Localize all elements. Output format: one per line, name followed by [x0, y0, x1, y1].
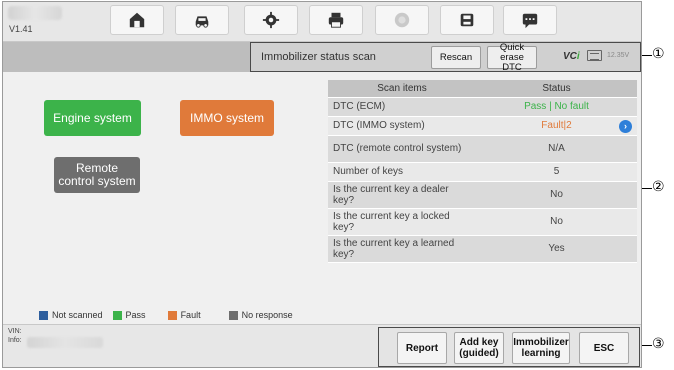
callout-3: ③ [652, 336, 665, 352]
status-legend: Not scanned Pass Fault No response [39, 310, 293, 320]
callout-1-line [642, 55, 652, 56]
vci-status: VCi [563, 51, 580, 62]
rescan-button[interactable]: Rescan [431, 46, 481, 69]
callout-3-line [642, 345, 652, 346]
details-arrow-icon[interactable]: › [619, 119, 632, 133]
help-icon [394, 12, 410, 28]
vci-suffix: i [576, 51, 580, 62]
column-header-status: Status [476, 80, 637, 98]
status-strip: Immobilizer status scan Rescan Quick era… [3, 42, 641, 72]
add-key-label-line2: (guided) [459, 348, 499, 359]
info-value-redacted [27, 337, 103, 348]
message-icon [522, 13, 538, 29]
bottom-toolbar: VIN: Info: Report Add key (guided) Immob… [3, 324, 641, 367]
vci-prefix: VC [563, 51, 577, 62]
voltage-readout: 12.35V [607, 52, 630, 59]
gear-icon [262, 11, 280, 29]
function-buttons: Report Add key (guided) Immobilizer lear… [378, 327, 640, 367]
scan-item: DTC (remote control system) [328, 135, 476, 163]
device-logo [8, 6, 62, 20]
table-row: Number of keys 5 [328, 162, 637, 182]
save-button[interactable] [440, 5, 494, 35]
report-button[interactable]: Report [397, 332, 447, 364]
engine-system-button[interactable]: Engine system [44, 100, 141, 136]
message-button[interactable] [503, 5, 557, 35]
version-label: V1.41 [9, 24, 33, 34]
legend-item-no-response: No response [228, 310, 293, 320]
print-button[interactable] [309, 5, 363, 35]
scan-status: N/A [476, 135, 637, 163]
main-content: Engine system IMMO system Remote control… [3, 72, 641, 324]
save-icon [460, 13, 474, 27]
table-row: Is the current key a dealer key? No [328, 181, 637, 209]
quick-erase-label-line2: DTC [502, 61, 522, 73]
column-header-scan-items: Scan items [328, 80, 476, 98]
legend-swatch [39, 310, 48, 320]
callout-2-line [642, 188, 652, 189]
vehicle-button[interactable] [175, 5, 229, 35]
legend-swatch [112, 310, 122, 320]
callout-1: ① [652, 46, 665, 62]
scan-status: Fault|2 [541, 120, 572, 131]
immo-system-button[interactable]: IMMO system [180, 100, 274, 136]
table-row: DTC (remote control system) N/A [328, 135, 637, 163]
scan-item: Is the current key a learned key? [328, 235, 476, 263]
immobilizer-label-line1: Immobilizer [513, 337, 569, 348]
scan-results-table: Scan items Status DTC (ECM) Pass | No fa… [328, 80, 637, 263]
scan-item: DTC (IMMO system) [328, 116, 476, 136]
legend-label: No response [241, 310, 293, 320]
home-button[interactable] [110, 5, 164, 35]
table-row: DTC (ECM) Pass | No fault [328, 97, 637, 117]
battery-icon [587, 50, 602, 61]
quick-erase-label-line1: Quick erase [499, 41, 525, 63]
legend-item-not-scanned: Not scanned [39, 310, 103, 320]
legend-swatch [167, 310, 177, 320]
scan-status: No [476, 181, 637, 209]
scan-item: Is the current key a locked key? [328, 208, 476, 236]
vehicle-icon [195, 16, 209, 28]
immobilizer-label-line2: learning [521, 348, 561, 359]
remote-label-line2: control system [58, 174, 136, 188]
legend-label: Pass [125, 310, 146, 320]
scan-item: Is the current key a dealer key? [328, 181, 476, 209]
legend-swatch [228, 310, 238, 320]
table-row[interactable]: DTC (IMMO system) Fault|2 › [328, 116, 637, 136]
help-button[interactable] [375, 5, 429, 35]
immobilizer-learning-button[interactable]: Immobilizer learning [512, 332, 570, 364]
info-label: Info: [8, 337, 22, 344]
function-header: Immobilizer status scan Rescan Quick era… [250, 42, 641, 72]
home-icon [129, 12, 145, 28]
scan-status: Yes [476, 235, 637, 263]
vin-label: VIN: [8, 328, 22, 335]
legend-label: Fault [180, 310, 201, 320]
scan-status: 5 [476, 162, 637, 182]
printer-icon [328, 12, 344, 28]
add-key-label-line1: Add key [459, 337, 499, 348]
callout-2: ② [652, 179, 665, 195]
legend-item-pass: Pass [112, 310, 146, 320]
legend-item-fault: Fault [167, 310, 201, 320]
scan-status-cell: Fault|2 › [476, 116, 637, 136]
scan-item: DTC (ECM) [328, 97, 476, 117]
function-title: Immobilizer status scan [261, 51, 376, 63]
add-key-guided-button[interactable]: Add key (guided) [454, 332, 504, 364]
quick-erase-dtc-button[interactable]: Quick erase DTC [487, 41, 537, 72]
settings-button[interactable] [244, 5, 298, 35]
scan-status: Pass | No fault [476, 97, 637, 117]
esc-button[interactable]: ESC [579, 332, 629, 364]
table-row: Is the current key a learned key? Yes [328, 235, 637, 263]
app-window: V1.41 Immobilizer status scan Rescan Qui… [2, 1, 642, 368]
top-toolbar: V1.41 [3, 2, 641, 42]
scan-item: Number of keys [328, 162, 476, 182]
legend-label: Not scanned [52, 310, 103, 320]
table-row: Is the current key a locked key? No [328, 208, 637, 236]
remote-control-system-button[interactable]: Remote control system [54, 157, 140, 193]
scan-status: No [476, 208, 637, 236]
